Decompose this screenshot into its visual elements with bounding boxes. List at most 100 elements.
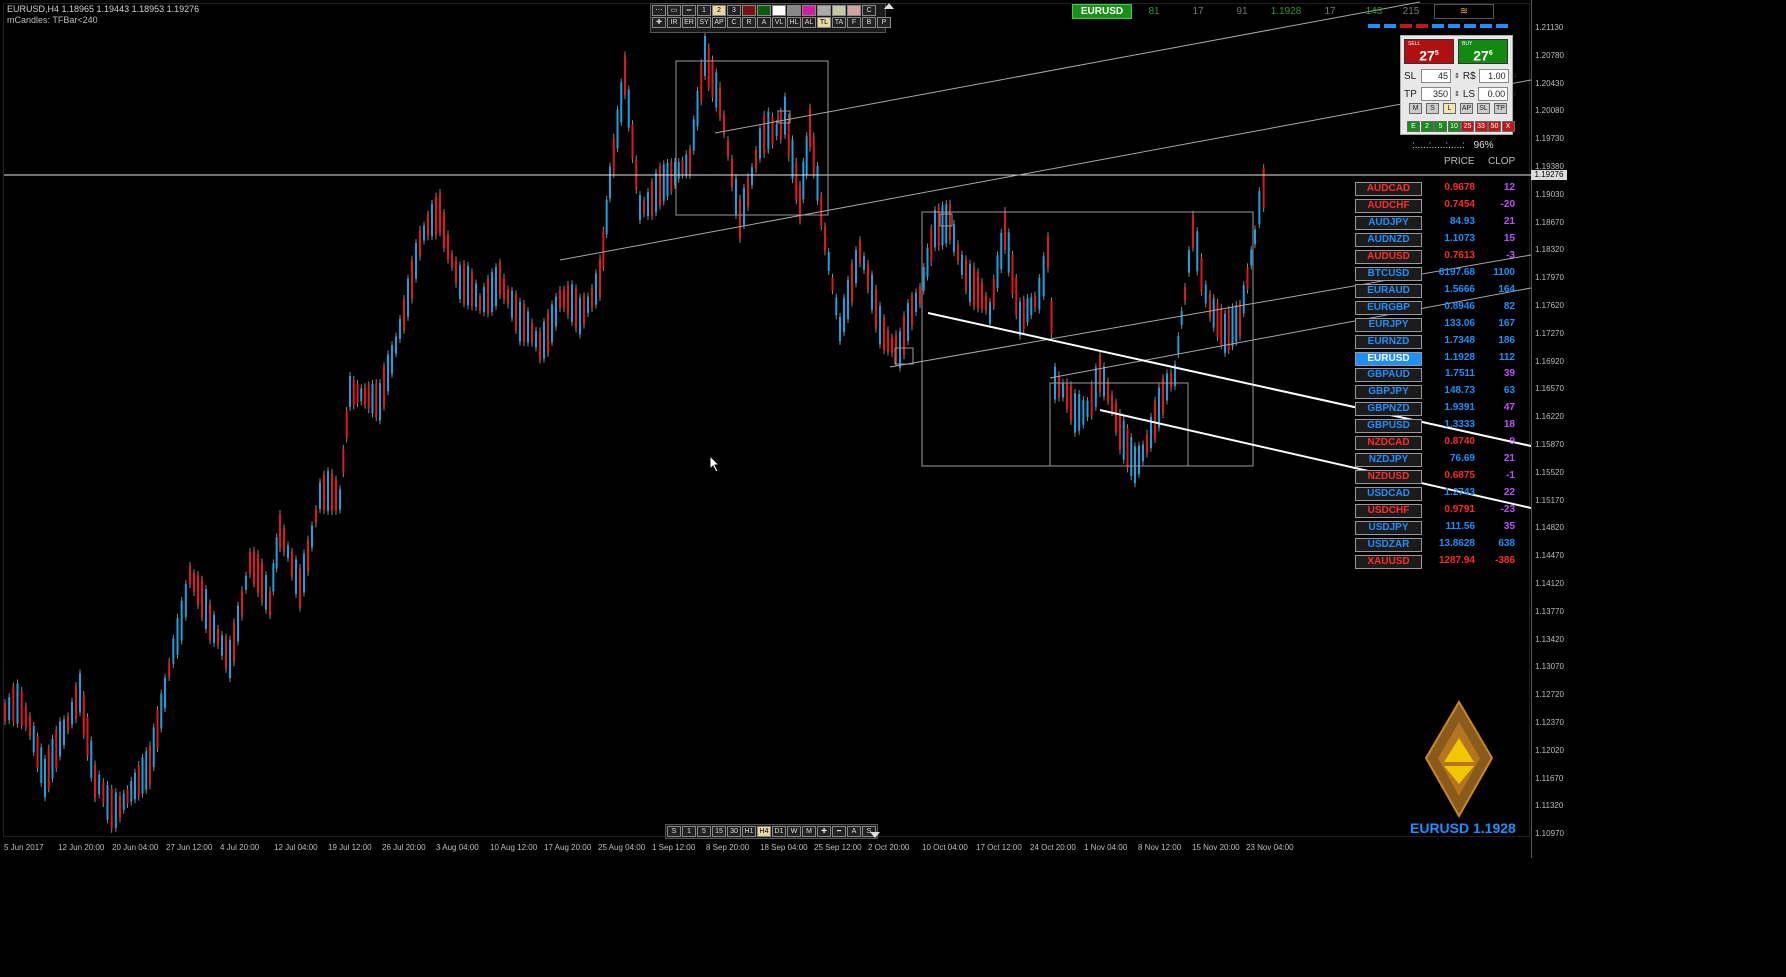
toolbar-button[interactable]: F — [847, 17, 861, 28]
pair-button[interactable]: EURAUD — [1355, 283, 1422, 298]
color-swatch[interactable] — [847, 5, 861, 16]
timeframe-button[interactable]: H4 — [757, 826, 771, 837]
color-swatch[interactable] — [817, 5, 831, 16]
panel-button[interactable]: AP — [1460, 103, 1473, 114]
collapse-up-icon[interactable] — [884, 2, 894, 10]
toolbar-button[interactable]: B — [862, 17, 876, 28]
toolbar-button[interactable]: P — [877, 17, 891, 28]
collapse-down-icon[interactable] — [870, 831, 880, 839]
color-swatch[interactable] — [787, 5, 801, 16]
toolbar-button[interactable]: ✚ — [652, 17, 666, 28]
pair-price: 1.7511 — [1444, 368, 1475, 380]
tp-spinner-icon[interactable]: ⇕ — [1454, 90, 1460, 98]
timeframe-button[interactable]: 30 — [727, 826, 741, 837]
panel-button[interactable]: SL — [1477, 103, 1490, 114]
toolbar-button[interactable]: C — [862, 5, 876, 16]
timeframe-button[interactable]: D1 — [772, 826, 786, 837]
close-percent-button[interactable]: 5 — [1434, 121, 1447, 132]
panel-button[interactable]: TP — [1494, 103, 1507, 114]
sl-input[interactable]: 45 — [1421, 69, 1451, 83]
toolbar-button[interactable]: AL — [802, 17, 816, 28]
toolbar-button[interactable]: IR — [667, 17, 681, 28]
pair-button[interactable]: GBPJPY — [1355, 385, 1422, 400]
ls-input[interactable]: 0.00 — [1478, 87, 1509, 101]
color-swatch[interactable] — [772, 5, 786, 16]
pair-button[interactable]: USDCAD — [1355, 487, 1422, 502]
color-swatch[interactable] — [757, 5, 771, 16]
pair-button[interactable]: AUDNZD — [1355, 232, 1422, 247]
pair-button[interactable]: USDCHF — [1355, 504, 1422, 519]
ls-spinner-icon[interactable]: ⇕ — [1511, 90, 1517, 98]
pair-button[interactable]: AUDJPY — [1355, 215, 1422, 230]
close-percent-button[interactable]: X — [1501, 121, 1515, 132]
toolbar-button[interactable]: 2 — [712, 5, 726, 16]
strip-symbol-button[interactable]: EURUSD — [1072, 4, 1132, 19]
timeframe-button[interactable]: 5 — [697, 826, 711, 837]
strip-icon[interactable]: ≋ — [1434, 4, 1494, 19]
toolbar-button[interactable]: ═ — [682, 5, 696, 16]
close-percent-button[interactable]: E — [1407, 121, 1420, 132]
pair-button[interactable]: USDZAR — [1355, 537, 1422, 552]
toolbar-button[interactable]: ER — [682, 17, 696, 28]
pair-button[interactable]: EURNZD — [1355, 334, 1422, 349]
pair-button[interactable]: GBPUSD — [1355, 419, 1422, 434]
toolbar-button[interactable]: R — [742, 17, 756, 28]
timeframe-button[interactable]: S — [667, 826, 681, 837]
toolbar-button[interactable]: C — [727, 17, 741, 28]
tp-input[interactable]: 350 — [1421, 87, 1451, 101]
close-percent-button[interactable]: 33 — [1474, 121, 1488, 132]
price-chart[interactable] — [0, 0, 1531, 840]
pair-button[interactable]: GBPNZD — [1355, 402, 1422, 417]
panel-button[interactable]: S — [1426, 103, 1439, 114]
color-swatch[interactable] — [802, 5, 816, 16]
close-percent-button[interactable]: 2 — [1420, 121, 1434, 132]
toolbar-button[interactable]: 3 — [727, 5, 741, 16]
close-percent-button[interactable]: 25 — [1461, 121, 1474, 132]
panel-button[interactable]: L — [1443, 103, 1456, 114]
toolbar-button[interactable]: SY — [697, 17, 711, 28]
buy-button[interactable]: BUY 276 — [1458, 39, 1508, 64]
timeframe-button[interactable]: 15 — [712, 826, 726, 837]
toolbar-button[interactable]: ⋯ — [652, 5, 666, 16]
pair-button[interactable]: EURGBP — [1355, 300, 1422, 315]
rs-input[interactable]: 1.00 — [1478, 69, 1509, 83]
pair-button[interactable]: XAUUSD — [1355, 554, 1422, 569]
pair-button[interactable]: EURJPY — [1355, 317, 1422, 332]
sl-spinner-icon[interactable]: ⇕ — [1454, 72, 1460, 80]
pair-button[interactable]: EURUSD — [1355, 351, 1422, 366]
pair-price: 0.6875 — [1444, 470, 1475, 482]
pair-button[interactable]: AUDCAD — [1355, 182, 1422, 196]
timeframe-button[interactable]: A — [847, 826, 861, 837]
timeframe-button[interactable]: 1 — [682, 826, 696, 837]
timeframe-button[interactable]: H1 — [742, 826, 756, 837]
pair-button[interactable]: AUDUSD — [1355, 249, 1422, 264]
pair-button[interactable]: AUDCHF — [1355, 198, 1422, 213]
toolbar-button[interactable]: 1 — [697, 5, 711, 16]
timeframe-button[interactable]: ✚ — [817, 826, 831, 837]
toolbar-button[interactable]: ▭ — [667, 5, 681, 16]
toolbar-button[interactable]: VL — [772, 17, 786, 28]
sell-button[interactable]: SELL 275 — [1404, 39, 1454, 64]
color-swatch[interactable] — [742, 5, 756, 16]
close-percent-button[interactable]: 10 — [1447, 121, 1461, 132]
pair-clop: 12 — [1503, 182, 1515, 193]
timeframe-button[interactable]: W — [787, 826, 801, 837]
pair-button[interactable]: NZDUSD — [1355, 470, 1422, 485]
timeframe-button[interactable]: ━ — [832, 826, 846, 837]
color-swatch[interactable] — [832, 5, 846, 16]
toolbar-button[interactable]: TA — [832, 17, 846, 28]
rs-spinner-icon[interactable]: ⇕ — [1512, 72, 1518, 80]
toolbar-button[interactable]: HL — [787, 17, 801, 28]
price-axis[interactable] — [1531, 0, 1568, 858]
panel-button[interactable]: M — [1409, 103, 1422, 114]
pair-button[interactable]: USDJPY — [1355, 521, 1422, 535]
pair-button[interactable]: GBPAUD — [1355, 368, 1422, 383]
toolbar-button[interactable]: AP — [712, 17, 726, 28]
timeframe-button[interactable]: M — [802, 826, 816, 837]
toolbar-button[interactable]: TL — [817, 17, 831, 28]
pair-button[interactable]: NZDCAD — [1355, 436, 1422, 451]
pair-button[interactable]: NZDJPY — [1355, 453, 1422, 468]
close-percent-button[interactable]: 50 — [1488, 121, 1501, 132]
toolbar-button[interactable]: A — [757, 17, 771, 28]
pair-button[interactable]: BTCUSD — [1355, 266, 1422, 281]
